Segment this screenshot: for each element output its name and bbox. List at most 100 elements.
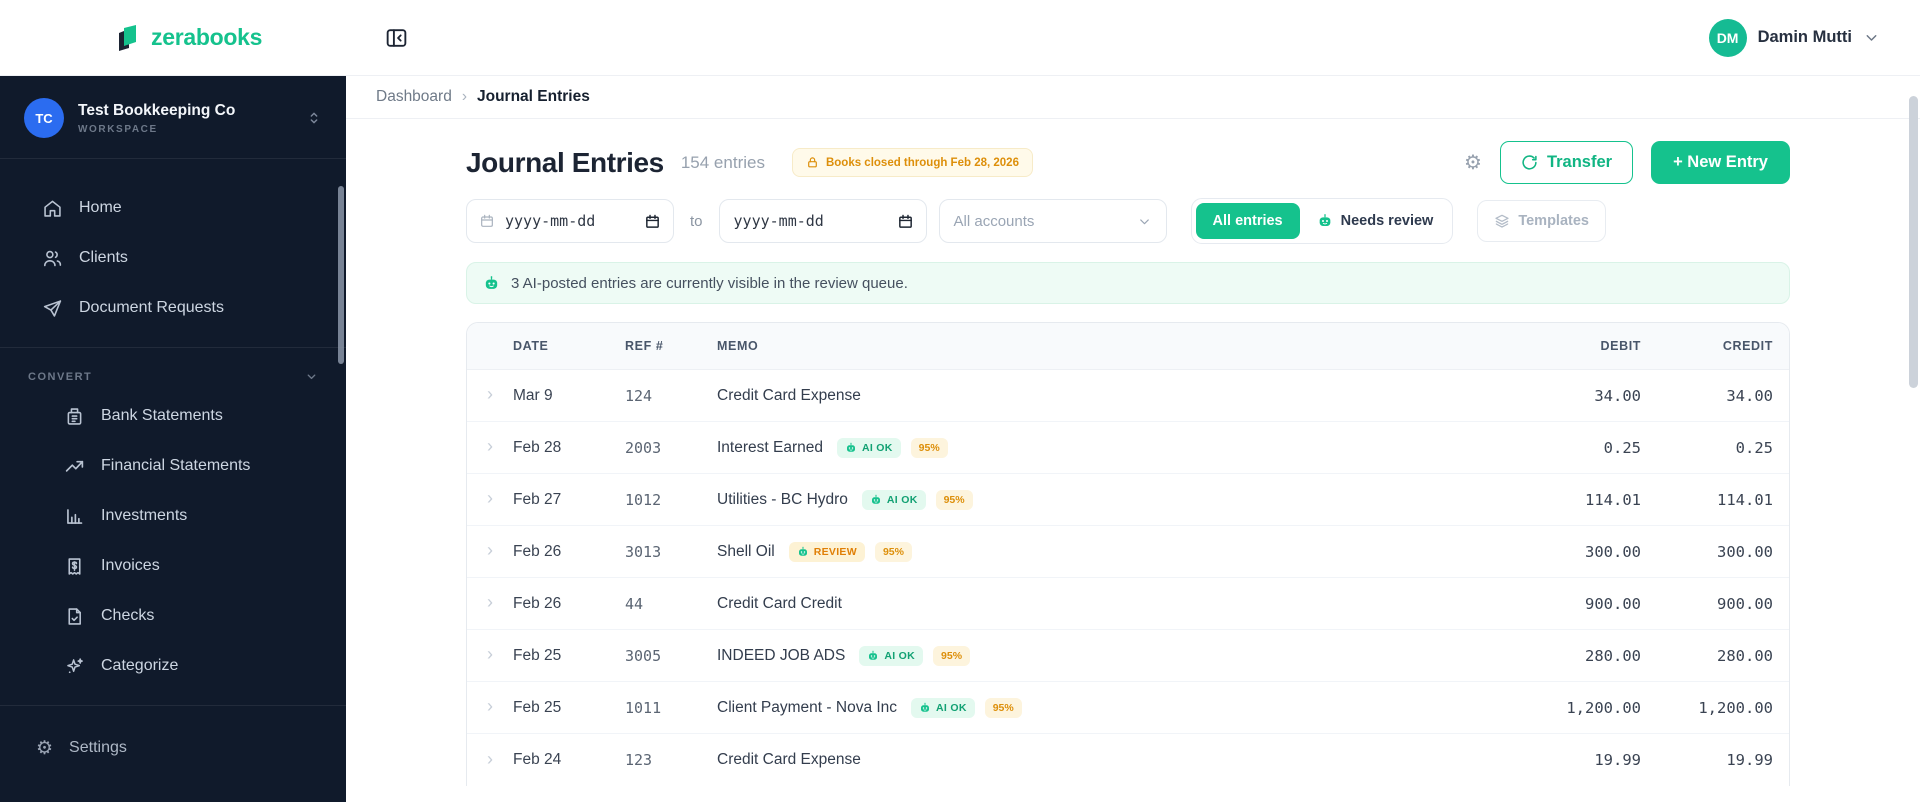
row-expand-chevron-icon[interactable]: › — [467, 750, 513, 771]
sidebar-item-investments[interactable]: Investments — [0, 491, 346, 541]
row-ref: 2003 — [625, 438, 662, 457]
row-credit: 19.99 — [1726, 751, 1773, 769]
sidebar-item-document-requests[interactable]: Document Requests — [0, 283, 346, 333]
tab-needs-review[interactable]: Needs review — [1302, 203, 1449, 239]
row-debit: 19.99 — [1594, 751, 1641, 769]
chevron-down-icon — [305, 370, 318, 383]
page-scrollbar[interactable] — [1909, 96, 1918, 388]
divider — [0, 705, 346, 706]
row-memo: Credit Card Credit — [717, 595, 1491, 613]
row-memo: Shell Oil REVIEW 95% — [717, 541, 1491, 562]
date-picker-icon[interactable] — [897, 213, 914, 230]
user-menu[interactable]: DM Damin Mutti — [1708, 18, 1880, 57]
row-memo: Credit Card Expense — [717, 751, 1491, 769]
table-row[interactable]: › Feb 24 123 Credit Card Expense 19.99 1… — [467, 734, 1789, 786]
date-from-input[interactable]: yyyy-mm-dd — [466, 199, 674, 243]
table-row[interactable]: › Feb 26 44 Credit Card Credit 900.00 90… — [467, 578, 1789, 630]
col-header-ref: REF # — [625, 339, 664, 353]
convert-section-label: CONVERT — [28, 370, 93, 383]
transfer-label: Transfer — [1546, 153, 1613, 171]
confidence-badge: 95% — [935, 489, 973, 510]
sidebar-item-categorize[interactable]: Categorize — [0, 641, 346, 691]
row-memo-text: Credit Card Credit — [717, 594, 842, 612]
user-avatar: DM — [1708, 18, 1747, 57]
row-debit: 114.01 — [1585, 490, 1641, 509]
row-expand-chevron-icon[interactable]: › — [467, 385, 513, 406]
sidebar-item-home[interactable]: Home — [0, 183, 346, 233]
sidebar-item-label: Settings — [69, 739, 127, 756]
chevron-down-icon — [1137, 214, 1152, 229]
row-memo-text: Credit Card Expense — [717, 386, 861, 404]
journal-entries-table: DATE REF # MEMO DEBIT CREDIT › Mar 9 124… — [466, 322, 1790, 786]
row-expand-chevron-icon[interactable]: › — [467, 593, 513, 614]
row-credit: 1,200.00 — [1698, 698, 1773, 717]
date-picker-icon[interactable] — [644, 213, 661, 230]
sidebar-item-invoices[interactable]: Invoices — [0, 541, 346, 591]
sidebar-item-checks[interactable]: Checks — [0, 591, 346, 641]
date-to-placeholder: yyyy-mm-dd — [733, 212, 824, 230]
breadcrumb-dashboard-link[interactable]: Dashboard — [376, 88, 452, 106]
row-expand-chevron-icon[interactable]: › — [467, 645, 513, 666]
sidebar-nav: Home Clients Document Requests — [0, 159, 346, 333]
row-memo: Utilities - BC Hydro AI OK 95% — [717, 489, 1491, 510]
row-memo: Credit Card Expense — [717, 387, 1491, 405]
row-memo-text: Interest Earned — [717, 438, 823, 456]
row-date: Feb 24 — [513, 751, 562, 768]
sidebar-item-bank-statements[interactable]: Bank Statements — [0, 391, 346, 441]
row-date: Feb 27 — [513, 490, 562, 508]
row-debit: 0.25 — [1603, 438, 1641, 457]
sidebar-item-financial-statements[interactable]: Financial Statements — [0, 441, 346, 491]
robot-icon — [798, 546, 807, 556]
filter-row: yyyy-mm-dd to yyyy-mm-dd All accounts Al… — [466, 198, 1790, 244]
ai-status-badge: REVIEW — [788, 541, 865, 562]
entries-count: 154 entries — [680, 152, 765, 172]
to-label: to — [690, 212, 703, 230]
user-name: Damin Mutti — [1757, 28, 1852, 46]
workspace-switcher[interactable]: TC Test Bookkeeping Co WORKSPACE — [0, 76, 346, 158]
sidebar-scrollbar[interactable] — [338, 186, 344, 364]
table-row[interactable]: › Feb 26 3013 Shell Oil REVIEW 95% 300.0… — [467, 526, 1789, 578]
ai-review-banner-text: 3 AI-posted entries are currently visibl… — [511, 274, 908, 292]
table-row[interactable]: › Feb 25 1011 Client Payment - Nova Inc … — [467, 682, 1789, 734]
row-expand-chevron-icon[interactable]: › — [467, 489, 513, 510]
table-row[interactable]: › Feb 25 3005 INDEED JOB ADS AI OK 95% 2… — [467, 630, 1789, 682]
templates-button[interactable]: Templates — [1477, 200, 1606, 242]
sidebar-item-settings[interactable]: ⚙ Settings — [0, 724, 346, 772]
row-expand-chevron-icon[interactable]: › — [467, 541, 513, 562]
tab-all-entries[interactable]: All entries — [1195, 203, 1300, 239]
gear-icon: ⚙ — [36, 737, 54, 759]
row-credit: 280.00 — [1717, 646, 1773, 665]
convert-section-header[interactable]: CONVERT — [0, 348, 346, 391]
ai-badge-label: AI OK — [884, 649, 916, 662]
ai-status-badge: AI OK — [861, 489, 926, 510]
row-memo: Interest Earned AI OK 95% — [717, 437, 1491, 458]
row-expand-chevron-icon[interactable]: › — [467, 697, 513, 718]
robot-icon — [846, 442, 855, 452]
row-expand-chevron-icon[interactable]: › — [467, 437, 513, 458]
col-header-credit: CREDIT — [1722, 339, 1773, 353]
sidebar-collapse-icon[interactable] — [384, 25, 409, 50]
date-to-input[interactable]: yyyy-mm-dd — [718, 199, 927, 243]
sidebar-item-label: Categorize — [101, 657, 179, 674]
chevrons-up-down-icon — [306, 110, 322, 126]
row-ref: 1011 — [625, 698, 662, 717]
table-row[interactable]: › Feb 27 1012 Utilities - BC Hydro AI OK… — [467, 474, 1789, 526]
table-settings-gear-icon[interactable]: ⚙ — [1464, 153, 1482, 173]
brand-logo[interactable]: zerabooks — [116, 24, 262, 52]
new-entry-button[interactable]: + New Entry — [1651, 141, 1790, 184]
lock-icon — [806, 156, 819, 169]
transfer-button[interactable]: Transfer — [1499, 141, 1634, 184]
accounts-select[interactable]: All accounts — [938, 199, 1167, 243]
row-date: Feb 28 — [513, 438, 562, 456]
convert-items: Bank Statements Financial Statements Inv… — [0, 391, 346, 691]
row-debit: 34.00 — [1594, 386, 1641, 405]
sidebar-item-clients[interactable]: Clients — [0, 233, 346, 283]
confidence-badge: 95% — [910, 437, 948, 458]
table-row[interactable]: › Feb 28 2003 Interest Earned AI OK 95% … — [467, 422, 1789, 474]
page-title: Journal Entries — [466, 146, 664, 178]
sidebar-item-label: Document Requests — [79, 299, 224, 316]
sidebar-item-label: Bank Statements — [101, 407, 223, 424]
table-row[interactable]: › Mar 9 124 Credit Card Expense 34.00 34… — [467, 370, 1789, 422]
zerabooks-logo-icon — [116, 24, 142, 52]
brand-name: zerabooks — [151, 24, 263, 50]
